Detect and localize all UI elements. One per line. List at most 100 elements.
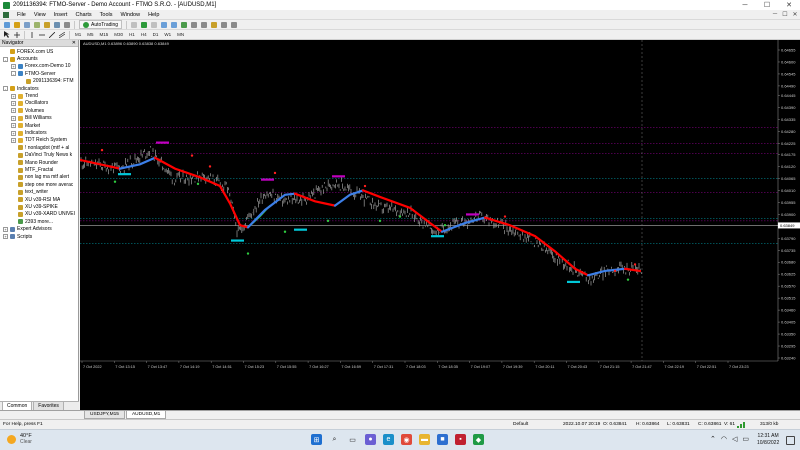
timeframe-h4[interactable]: H4	[138, 32, 150, 37]
edge-icon[interactable]: e	[383, 434, 394, 445]
expand-icon[interactable]: +	[3, 234, 8, 240]
chevron-up-icon[interactable]: ⌃	[710, 435, 716, 443]
nav-item[interactable]: + Scripts	[3, 233, 32, 240]
bar-chart-button[interactable]	[130, 21, 138, 29]
weather-widget[interactable]: 40°F Clear	[7, 433, 32, 445]
nav-item[interactable]: DaVinci Truly News k	[11, 152, 72, 159]
trendline-button[interactable]	[48, 31, 56, 39]
search-icon[interactable]: ⌕	[329, 434, 340, 445]
candlestick-button[interactable]	[140, 21, 148, 29]
tab-usdjpy-m15[interactable]: USDJPY,M15	[84, 411, 125, 419]
taskbar-clock[interactable]: 12:31 AM 10/8/2022	[757, 433, 779, 447]
timeframe-h1[interactable]: H1	[126, 32, 138, 37]
channel-button[interactable]	[58, 31, 66, 39]
expand-icon[interactable]: +	[11, 115, 16, 121]
market-watch-button[interactable]	[23, 21, 31, 29]
menu-window[interactable]: Window	[117, 12, 145, 18]
task-view-icon[interactable]: ▭	[347, 434, 358, 445]
expand-icon[interactable]: +	[11, 108, 16, 114]
nav-item[interactable]: ! nonlagdot (mtf + al	[11, 144, 69, 151]
tab-common[interactable]: Common	[2, 401, 33, 410]
price-chart[interactable]: 0.64655 0.64600 0.64545 0.64490 0.64445 0.643…	[78, 40, 800, 410]
collapse-icon[interactable]: -	[11, 71, 16, 77]
nav-item[interactable]: + Forex.com-Demo 10	[11, 63, 71, 70]
menu-help[interactable]: Help	[144, 12, 163, 18]
menu-tools[interactable]: Tools	[96, 12, 117, 18]
nav-item[interactable]: + Trend	[11, 92, 38, 99]
menu-charts[interactable]: Charts	[71, 12, 95, 18]
data-window-button[interactable]	[33, 21, 41, 29]
horizontal-line-button[interactable]	[38, 31, 46, 39]
navigator-button[interactable]	[43, 21, 51, 29]
nav-item[interactable]: + TDT Reich System	[11, 137, 67, 144]
close-button[interactable]: ✕	[778, 0, 800, 10]
nav-item[interactable]: FOREX.com US	[3, 48, 53, 55]
chrome-icon[interactable]: ◉	[401, 434, 412, 445]
expand-icon[interactable]: +	[3, 226, 8, 232]
tab-favorites[interactable]: Favorites	[33, 401, 64, 410]
timeframe-m15[interactable]: M15	[97, 32, 112, 37]
tile-windows-button[interactable]	[180, 21, 188, 29]
nav-item[interactable]: + Expert Advisors	[3, 226, 52, 233]
timeframe-m30[interactable]: M30	[111, 32, 126, 37]
nav-item[interactable]: - FTMO-Server	[11, 70, 56, 77]
timeframe-m1[interactable]: M1	[72, 32, 84, 37]
app-icon[interactable]: ▪	[455, 434, 466, 445]
zoom-out-button[interactable]	[170, 21, 178, 29]
nav-item[interactable]: + Oscillators	[11, 100, 48, 107]
nav-item[interactable]: XU v39-XARD UNIVEI	[11, 211, 75, 218]
battery-icon[interactable]: ▭	[742, 435, 749, 443]
chat-icon[interactable]: ●	[365, 434, 376, 445]
nav-item[interactable]: 2393 more...	[11, 218, 53, 225]
nav-item[interactable]: + Bill Williams	[11, 115, 52, 122]
collapse-icon[interactable]: -	[3, 86, 8, 92]
store-icon[interactable]: ■	[437, 434, 448, 445]
collapse-icon[interactable]: -	[3, 56, 8, 62]
mdi-restore-button[interactable]: ☐	[780, 11, 790, 18]
menu-view[interactable]: View	[30, 12, 50, 18]
navigator-close-button[interactable]: ✕	[72, 40, 76, 46]
expand-icon[interactable]: +	[11, 137, 16, 143]
expand-icon[interactable]: +	[11, 100, 16, 106]
nav-item[interactable]: MTF_Fractal	[11, 166, 53, 173]
volume-icon[interactable]: ◁	[732, 435, 737, 443]
terminal-button[interactable]	[53, 21, 61, 29]
nav-item[interactable]: - Accounts	[3, 55, 38, 62]
expand-icon[interactable]: +	[11, 63, 16, 69]
indicators-button[interactable]	[210, 21, 218, 29]
notification-icon[interactable]	[786, 436, 795, 445]
nav-item[interactable]: step one more averac	[11, 181, 73, 188]
timeframe-w1[interactable]: W1	[161, 32, 174, 37]
chart-shift-button[interactable]	[200, 21, 208, 29]
nav-item[interactable]: + Indicators	[11, 129, 47, 136]
file-explorer-icon[interactable]: ▬	[419, 434, 430, 445]
windows-start-icon[interactable]: ⊞	[311, 434, 322, 445]
tab-audusd-m1[interactable]: AUDUSD,M1	[125, 411, 167, 419]
nav-item[interactable]: 2091136394: FTM	[19, 78, 74, 85]
nav-item[interactable]: XU v39-SPIKE	[11, 203, 58, 210]
nav-item[interactable]: text_writer	[11, 189, 48, 196]
strategy-tester-button[interactable]	[63, 21, 71, 29]
maximize-button[interactable]: ☐	[756, 0, 778, 10]
expand-icon[interactable]: +	[11, 130, 16, 136]
mdi-minimize-button[interactable]: ─	[770, 11, 780, 18]
cursor-button[interactable]	[3, 31, 11, 39]
auto-scroll-button[interactable]	[190, 21, 198, 29]
nav-item[interactable]: XU v39-RSI MA	[11, 196, 60, 203]
crosshair-button[interactable]	[13, 31, 21, 39]
periods-button[interactable]	[220, 21, 228, 29]
new-chart-button[interactable]	[3, 21, 11, 29]
timeframe-mn[interactable]: MN	[174, 32, 187, 37]
menu-insert[interactable]: Insert	[50, 12, 72, 18]
nav-item[interactable]: non lag ma mtf alert	[11, 174, 69, 181]
timeframe-m5[interactable]: M5	[84, 32, 96, 37]
wifi-icon[interactable]: ◠	[721, 435, 727, 443]
metatrader-icon[interactable]: ◆	[473, 434, 484, 445]
menu-file[interactable]: File	[13, 12, 30, 18]
timeframe-d1[interactable]: D1	[150, 32, 162, 37]
nav-item[interactable]: + Market	[11, 122, 40, 129]
chart-canvas[interactable]: 0.64655 0.64600 0.64545 0.64490 0.64445 0.643…	[78, 40, 800, 410]
mdi-close-button[interactable]: ✕	[790, 11, 800, 18]
expand-icon[interactable]: +	[11, 123, 16, 129]
profiles-button[interactable]	[13, 21, 21, 29]
